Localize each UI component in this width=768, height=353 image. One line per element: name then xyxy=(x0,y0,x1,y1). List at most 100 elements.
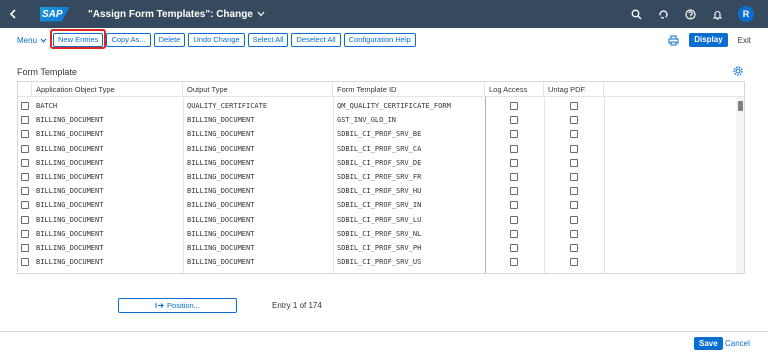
column-header[interactable]: Form Template ID xyxy=(333,82,485,97)
table-row[interactable]: BATCH QUALITY_CERTIFICATE QM_QUALITY_CERTI… xyxy=(18,99,736,113)
row-select-checkbox[interactable] xyxy=(21,130,29,139)
untag-pdf-checkbox[interactable] xyxy=(570,116,578,125)
position-button[interactable]: Position... xyxy=(118,298,237,313)
copy-as-button[interactable]: Copy As... xyxy=(106,33,151,47)
untag-pdf-checkbox[interactable] xyxy=(570,244,578,252)
row-select-checkbox[interactable] xyxy=(21,187,29,196)
row-select-checkbox[interactable] xyxy=(21,244,29,252)
output-type-cell: QUALITY_CERTIFICATE xyxy=(187,102,268,110)
application-object-type-cell: BILLING_DOCUMENT xyxy=(36,229,104,238)
avatar[interactable]: R xyxy=(738,6,754,22)
table-row[interactable]: BILLING_DOCUMENT BILLING_DOCUMENT GST_INV_… xyxy=(18,113,736,127)
table-row[interactable]: BILLING_DOCUMENT BILLING_DOCUMENT SDBIL_CI… xyxy=(18,156,736,170)
log-access-checkbox[interactable] xyxy=(510,258,518,267)
row-select-checkbox[interactable] xyxy=(21,158,29,167)
column-header[interactable]: Log Access xyxy=(485,82,544,97)
untag-pdf-checkbox[interactable] xyxy=(570,258,578,267)
row-select-checkbox[interactable] xyxy=(21,102,29,110)
table-row[interactable]: BILLING_DOCUMENT BILLING_DOCUMENT SDBIL_CI… xyxy=(18,184,736,198)
untag-pdf-checkbox[interactable] xyxy=(570,102,578,110)
app-title-text: "Assign Form Templates": Change xyxy=(88,8,253,20)
application-object-type-cell: BILLING_DOCUMENT xyxy=(36,244,104,252)
row-select-checkbox[interactable] xyxy=(21,116,29,125)
cancel-button[interactable]: Cancel xyxy=(725,337,750,350)
untag-pdf-checkbox[interactable] xyxy=(570,173,578,181)
table-row[interactable]: BILLING_DOCUMENT BILLING_DOCUMENT SDBIL_CI… xyxy=(18,170,736,184)
print-icon[interactable] xyxy=(668,35,679,46)
untag-pdf-checkbox[interactable] xyxy=(570,187,578,196)
untag-pdf-checkbox[interactable] xyxy=(570,201,578,210)
table-header: Application Object Type Output Type Form… xyxy=(18,82,744,97)
untag-pdf-checkbox[interactable] xyxy=(570,130,578,139)
application-object-type-cell: BILLING_DOCUMENT xyxy=(36,130,104,139)
log-access-checkbox[interactable] xyxy=(510,173,518,181)
row-select-checkbox[interactable] xyxy=(21,229,29,238)
output-type-cell: BILLING_DOCUMENT xyxy=(187,201,255,210)
form-template-id-cell: SDBIL_CI_PROF_SRV_NL xyxy=(337,229,422,238)
row-select-checkbox[interactable] xyxy=(21,144,29,153)
configuration-help-button[interactable]: Configuration Help xyxy=(343,33,416,47)
delete-button[interactable]: Delete xyxy=(153,33,186,47)
log-access-checkbox[interactable] xyxy=(510,229,518,238)
save-button[interactable]: Save xyxy=(694,337,723,350)
table-row[interactable]: BILLING_DOCUMENT BILLING_DOCUMENT SDBIL_CI… xyxy=(18,127,736,141)
table-row[interactable]: BILLING_DOCUMENT BILLING_DOCUMENT SDBIL_CI… xyxy=(18,142,736,156)
table-settings-button[interactable] xyxy=(733,66,743,78)
scrollbar-thumb[interactable] xyxy=(738,101,743,111)
form-template-id-cell: SDBIL_CI_PROF_SRV_BE xyxy=(337,130,422,139)
row-select-checkbox[interactable] xyxy=(21,201,29,210)
notifications-sync-icon xyxy=(658,9,668,19)
table-row[interactable]: BILLING_DOCUMENT BILLING_DOCUMENT SDBIL_CI… xyxy=(18,255,736,269)
row-select-checkbox[interactable] xyxy=(21,258,29,267)
back-button[interactable] xyxy=(0,0,26,28)
log-access-checkbox[interactable] xyxy=(510,158,518,167)
untag-pdf-checkbox[interactable] xyxy=(570,215,578,224)
table-row[interactable]: BILLING_DOCUMENT BILLING_DOCUMENT SDBIL_CI… xyxy=(18,213,736,227)
undo-change-button[interactable]: Undo Change xyxy=(188,33,245,47)
exit-button[interactable]: Exit xyxy=(738,36,751,45)
untag-pdf-checkbox[interactable] xyxy=(570,144,578,153)
section-title: Form Template xyxy=(17,67,77,77)
form-template-id-cell: SDBIL_CI_PROF_SRV_DE xyxy=(337,158,422,167)
output-type-cell: BILLING_DOCUMENT xyxy=(187,187,255,196)
column-header[interactable]: Application Object Type xyxy=(32,82,183,97)
notifications-button[interactable] xyxy=(711,8,723,20)
log-access-checkbox[interactable] xyxy=(510,187,518,196)
untag-pdf-checkbox[interactable] xyxy=(570,229,578,238)
log-access-checkbox[interactable] xyxy=(510,215,518,224)
sync-button[interactable] xyxy=(657,8,669,20)
menu-label: Menu xyxy=(17,35,38,45)
chevron-down-icon xyxy=(40,38,47,43)
help-icon xyxy=(684,8,696,20)
log-access-checkbox[interactable] xyxy=(510,102,518,110)
column-header[interactable]: Untag PDF xyxy=(544,82,604,97)
untag-pdf-checkbox[interactable] xyxy=(570,158,578,167)
log-access-checkbox[interactable] xyxy=(510,144,518,153)
column-header[interactable]: Output Type xyxy=(183,82,333,97)
log-access-checkbox[interactable] xyxy=(510,116,518,125)
table-row[interactable]: BILLING_DOCUMENT BILLING_DOCUMENT SDBIL_CI… xyxy=(18,241,736,255)
table-row[interactable]: BILLING_DOCUMENT BILLING_DOCUMENT SDBIL_CI… xyxy=(18,198,736,212)
application-object-type-cell: BILLING_DOCUMENT xyxy=(36,201,104,210)
table-row[interactable]: BILLING_DOCUMENT BILLING_DOCUMENT SDBIL_CI… xyxy=(18,227,736,241)
vertical-scrollbar[interactable] xyxy=(736,97,744,273)
sap-logo[interactable]: SAP xyxy=(40,6,70,22)
app-title[interactable]: "Assign Form Templates": Change xyxy=(88,9,265,20)
log-access-checkbox[interactable] xyxy=(510,130,518,139)
log-access-checkbox[interactable] xyxy=(510,201,518,210)
form-template-id-cell: SDBIL_CI_PROF_SRV_US xyxy=(337,258,422,267)
select-all-button[interactable]: Select All xyxy=(247,33,289,47)
footer-divider xyxy=(0,331,768,332)
log-access-checkbox[interactable] xyxy=(510,244,518,252)
display-button[interactable]: Display xyxy=(689,33,728,47)
menu-button[interactable]: Menu xyxy=(17,36,47,45)
output-type-cell: BILLING_DOCUMENT xyxy=(187,258,255,267)
deselect-all-button[interactable]: Deselect All xyxy=(291,33,341,47)
search-button[interactable] xyxy=(630,8,642,20)
help-button[interactable] xyxy=(684,8,696,20)
row-select-checkbox[interactable] xyxy=(21,173,29,181)
output-type-cell: BILLING_DOCUMENT xyxy=(187,215,255,224)
row-select-checkbox[interactable] xyxy=(21,215,29,224)
form-template-table: Application Object Type Output Type Form… xyxy=(17,81,745,274)
form-template-id-cell: SDBIL_CI_PROF_SRV_IN xyxy=(337,201,422,210)
